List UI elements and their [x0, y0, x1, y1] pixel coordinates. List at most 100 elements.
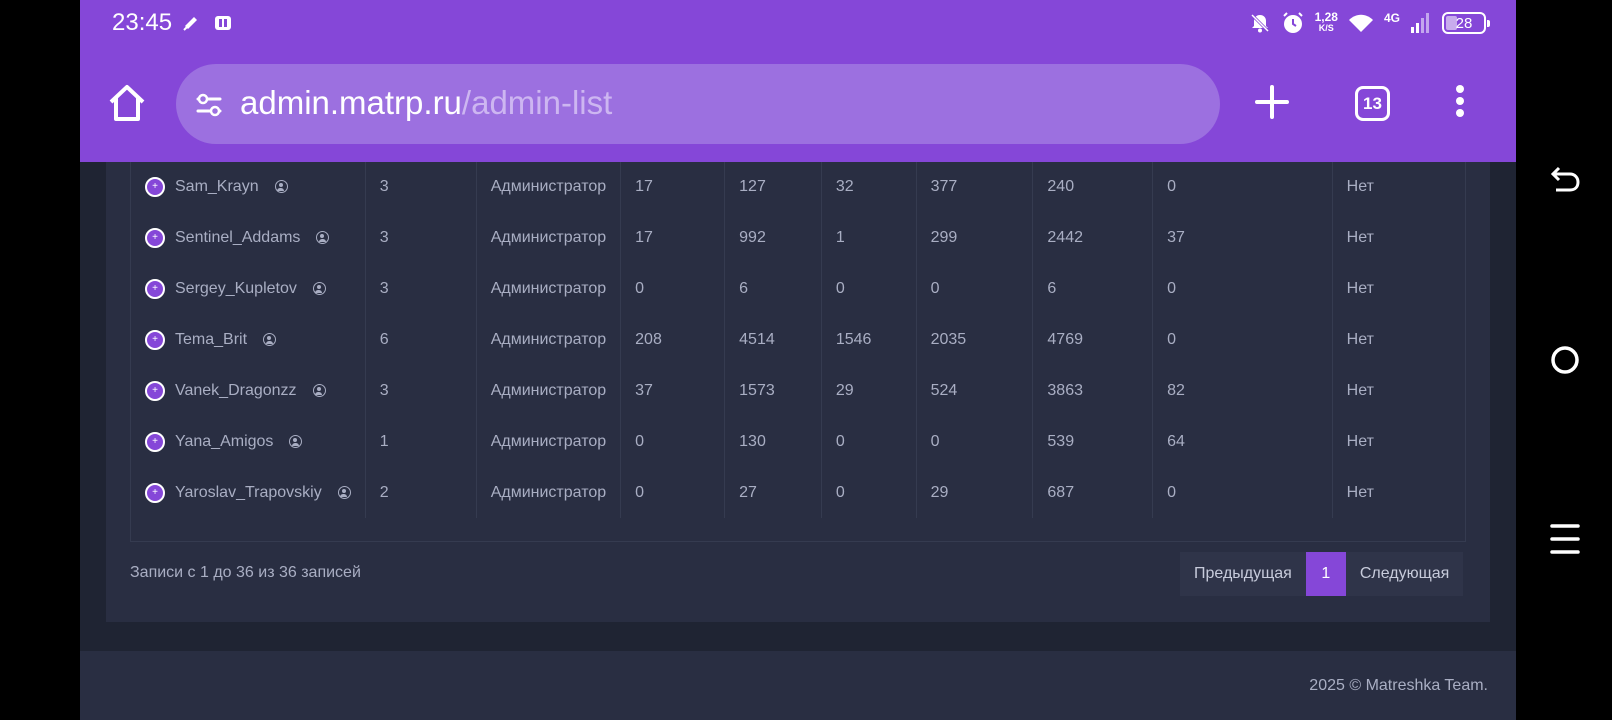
network-speed: 1,28 K/S	[1314, 10, 1338, 33]
level-cell: 3	[365, 161, 477, 212]
role-cell: Администратор	[476, 314, 622, 365]
stat-cell-2: 4514	[724, 314, 822, 365]
footer-copyright: 2025 © Matreshka Team.	[1309, 677, 1488, 694]
stat-cell-4: 524	[916, 365, 1034, 416]
stat-cell-1: 0	[620, 263, 726, 314]
new-tab-icon[interactable]	[1254, 84, 1290, 120]
expand-row-icon[interactable]: +	[145, 431, 165, 452]
stat-cell-1: 208	[620, 314, 726, 365]
name-cell: + Yana_Amigos	[131, 416, 366, 467]
role-cell: Администратор	[476, 467, 622, 518]
role-cell: Администратор	[476, 161, 622, 212]
stat-cell-3: 0	[821, 263, 917, 314]
admin-name: Tema_Brit	[175, 330, 248, 348]
stat-cell-4: 299	[916, 212, 1034, 263]
admin-name: Sam_Krayn	[175, 177, 259, 195]
stat-cell-6: 82	[1152, 365, 1333, 416]
expand-row-icon[interactable]: +	[145, 278, 165, 299]
stat-cell-5: 4769	[1032, 314, 1154, 365]
admin-name: Vanek_Dragonzz	[175, 381, 297, 399]
status-cell: Нет	[1346, 228, 1374, 246]
home-icon[interactable]	[106, 82, 148, 124]
stat-cell-1: 0	[620, 467, 726, 518]
previous-page-button[interactable]: Предыдущая	[1180, 552, 1306, 596]
site-settings-icon[interactable]	[194, 90, 224, 120]
footer: 2025 © Matreshka Team.	[80, 651, 1516, 720]
table-row: + Sergey_Kupletov 3 Администратор 0 6 0 0 6 0 Нет	[131, 263, 1465, 314]
notification-icon	[183, 17, 197, 31]
status-right: 1,28 K/S 4G 28	[1249, 6, 1490, 40]
name-cell: + Sam_Krayn	[131, 161, 366, 212]
stat-cell-3: 1546	[821, 314, 917, 365]
phone-screen: ○ Администратор +Sam_Krayn3Администратор…	[80, 0, 1516, 720]
stat-cell-6: 37	[1152, 212, 1333, 263]
stat-cell-2: 1573	[724, 365, 822, 416]
expand-row-icon[interactable]: +	[145, 329, 165, 350]
user-icon	[289, 435, 303, 448]
back-nav-icon[interactable]	[1548, 163, 1582, 197]
home-nav-icon[interactable]	[1548, 343, 1582, 377]
recents-nav-icon[interactable]	[1548, 522, 1582, 556]
wifi-icon	[1348, 14, 1373, 32]
admin-table-wrapper: ○ Администратор +Sam_Krayn3Администратор…	[130, 130, 1466, 542]
status-cell: Нет	[1346, 483, 1374, 501]
stat-cell-3: 29	[821, 365, 917, 416]
tabs-count-button[interactable]: 13	[1355, 86, 1390, 121]
table-row: + Sentinel_Addams 3 Администратор 17 992 1 299 2…	[131, 212, 1465, 263]
page-1-button[interactable]: 1	[1305, 552, 1346, 596]
stat-cell-3: 32	[821, 161, 917, 212]
admin-table-body: ○ Администратор +Sam_Krayn3Администратор…	[131, 130, 1465, 518]
table-row: + Yana_Amigos 1 Администратор 0 130 0 0 539 64 Нет	[131, 416, 1465, 467]
stat-cell-2: 6	[724, 263, 822, 314]
more-menu-icon[interactable]	[1450, 85, 1470, 121]
next-page-button[interactable]: Следующая	[1345, 552, 1464, 596]
stat-cell-1: 0	[620, 416, 726, 467]
user-icon	[274, 180, 288, 193]
url-host: admin.matrp.ru	[240, 84, 462, 121]
stat-cell-1: 17	[620, 161, 726, 212]
name-cell: + Yaroslav_Trapovskiy	[131, 467, 366, 518]
expand-row-icon[interactable]: +	[145, 482, 165, 503]
stat-cell-5: 6	[1032, 263, 1154, 314]
stat-cell-2: 127	[724, 161, 822, 212]
role-cell: Администратор	[476, 416, 622, 467]
url-text[interactable]: admin.matrp.ru/admin-list	[240, 84, 612, 122]
status-cell: Нет	[1346, 432, 1374, 450]
role-cell: Администратор	[476, 365, 622, 416]
expand-row-icon[interactable]: +	[145, 227, 165, 248]
url-path: /admin-list	[461, 84, 613, 121]
stat-cell-5: 539	[1032, 416, 1154, 467]
admin-name: Sergey_Kupletov	[175, 279, 297, 297]
stat-cell-6: 0	[1152, 467, 1333, 518]
network-type: 4G	[1383, 11, 1400, 25]
app-notification-icon	[215, 16, 231, 30]
browser-chrome: 23:45 1,28 K/S 4G 28 admin.matrp.ru/admi…	[80, 0, 1516, 162]
admin-list-card: ○ Администратор +Sam_Krayn3Администратор…	[106, 130, 1490, 622]
status-cell: Нет	[1346, 330, 1374, 348]
level-cell: 3	[365, 263, 477, 314]
status-time: 23:45	[112, 9, 173, 36]
expand-row-icon[interactable]: +	[145, 176, 165, 197]
stat-cell-1: 37	[620, 365, 726, 416]
stat-cell-6: 0	[1152, 161, 1333, 212]
stat-cell-4: 2035	[916, 314, 1034, 365]
name-cell: + Sergey_Kupletov	[131, 263, 366, 314]
status-cell: Нет	[1346, 381, 1374, 399]
level-cell: 3	[365, 365, 477, 416]
user-icon	[263, 333, 277, 346]
level-cell: 1	[365, 416, 477, 467]
table-row: + Tema_Brit 6 Администратор 208 4514 1546 2035 4…	[131, 314, 1465, 365]
admin-name: Yaroslav_Trapovskiy	[175, 483, 322, 501]
stat-cell-2: 27	[724, 467, 822, 518]
url-bar[interactable]: admin.matrp.ru/admin-list	[176, 64, 1220, 144]
admin-name: Yana_Amigos	[175, 432, 274, 450]
stat-cell-3: 1	[821, 212, 917, 263]
stat-cell-5: 3863	[1032, 365, 1154, 416]
expand-row-icon[interactable]: +	[145, 380, 165, 401]
stat-cell-6: 64	[1152, 416, 1333, 467]
status-cell: Нет	[1346, 177, 1374, 195]
stat-cell-2: 992	[724, 212, 822, 263]
level-cell: 3	[365, 212, 477, 263]
signal-icon	[1411, 13, 1429, 33]
status-cell: Нет	[1346, 279, 1374, 297]
